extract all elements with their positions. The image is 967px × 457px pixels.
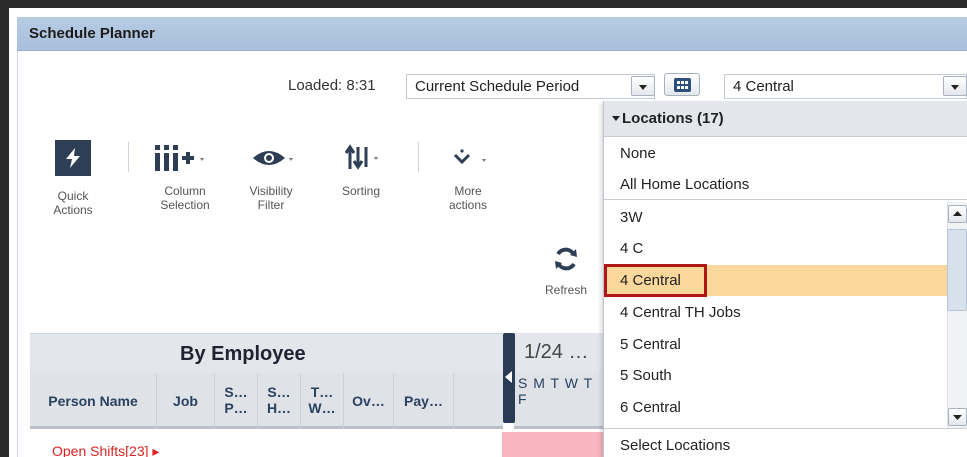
toolbar-divider <box>418 142 419 172</box>
date-header: 1/24 … <box>514 333 604 373</box>
sorting-button[interactable] <box>344 143 388 171</box>
title-bar: Schedule Planner <box>17 17 967 51</box>
days-header: S M T W T F <box>514 373 604 429</box>
location-option[interactable]: 5 Central <box>604 329 967 360</box>
chevron-down-icon <box>953 415 962 420</box>
quick-actions-button[interactable] <box>55 140 91 176</box>
location-option-none[interactable]: None <box>604 138 967 169</box>
column-header-pay[interactable]: Pay… <box>394 373 454 429</box>
column-header-s-p[interactable]: S… P… <box>215 373 258 429</box>
refresh-label: Refresh <box>544 283 588 297</box>
date-range-label: 1/24 … <box>524 341 589 363</box>
dropdown-divider <box>604 199 967 200</box>
calendar-button[interactable] <box>664 73 700 96</box>
more-actions-button[interactable] <box>452 147 496 171</box>
grid-column-header-row: Person Name Job S… P… S… H… T… W… Ov… Pa… <box>30 373 503 429</box>
chevron-down-icon <box>453 149 486 165</box>
more-actions-label: More actions <box>448 184 488 212</box>
select-locations-option[interactable]: Select Locations <box>604 430 967 457</box>
refresh-button[interactable]: Refresh <box>536 246 596 297</box>
lightning-icon <box>66 148 80 168</box>
open-shift-cell[interactable] <box>502 432 604 457</box>
location-select[interactable]: 4 Central <box>724 74 967 99</box>
column-selection-label: Column Selection <box>160 184 210 212</box>
weekday-labels: S M T W T F <box>518 375 593 407</box>
panel-border <box>17 17 18 457</box>
scroll-down-button[interactable] <box>948 408 967 426</box>
schedule-period-select[interactable]: Current Schedule Period <box>406 74 655 99</box>
app-window: Schedule Planner Loaded: 8:31 Current Sc… <box>0 0 967 457</box>
column-header-t-w[interactable]: T… W… <box>301 373 344 429</box>
location-dropdown-button[interactable] <box>943 76 967 96</box>
location-option[interactable]: 3W <box>604 202 967 233</box>
scroll-up-button[interactable] <box>948 205 967 223</box>
locations-header-label: Locations (17) <box>622 110 724 127</box>
chevron-up-icon <box>953 211 962 216</box>
location-option[interactable]: 4 Central TH Jobs <box>604 297 967 328</box>
column-selection-icon <box>155 145 204 171</box>
column-header-job[interactable]: Job <box>157 373 215 429</box>
chevron-down-icon <box>951 85 959 90</box>
schedule-period-value: Current Schedule Period <box>415 78 580 95</box>
loaded-time-label: Loaded: 8:31 <box>288 77 376 94</box>
dropdown-divider <box>604 428 967 429</box>
window-frame-top <box>0 0 967 8</box>
sorting-label: Sorting <box>341 184 381 198</box>
scrollbar-thumb[interactable] <box>947 229 967 311</box>
quick-actions-label: Quick Actions <box>53 189 93 217</box>
visibility-filter-button[interactable] <box>251 145 297 171</box>
location-select-value: 4 Central <box>733 78 794 95</box>
toolbar-divider <box>128 142 129 172</box>
column-selection-button[interactable] <box>153 143 223 173</box>
eye-icon <box>253 151 293 165</box>
visibility-filter-label: Visibility Filter <box>249 184 293 212</box>
caret-down-icon <box>612 116 620 121</box>
calendar-grid-icon <box>674 78 691 92</box>
location-option[interactable]: 6 Central <box>604 392 967 423</box>
period-dropdown-button[interactable] <box>631 76 655 96</box>
collapse-left-icon <box>505 371 512 383</box>
panel-splitter[interactable] <box>503 333 515 423</box>
location-option-all-home[interactable]: All Home Locations <box>604 169 967 200</box>
column-header-ov[interactable]: Ov… <box>344 373 394 429</box>
location-option[interactable]: 4 C <box>604 233 967 264</box>
column-header-person-name[interactable]: Person Name <box>30 373 157 429</box>
grid-group-title: By Employee <box>180 343 306 365</box>
page-title: Schedule Planner <box>29 25 155 42</box>
open-shifts-link[interactable]: Open Shifts[23] ▸ <box>52 443 159 457</box>
selection-highlight-box <box>604 264 707 297</box>
refresh-icon <box>555 247 577 271</box>
chevron-down-icon <box>639 85 647 90</box>
grid-group-header: By Employee <box>30 333 503 373</box>
location-option[interactable]: 5 South <box>604 360 967 391</box>
locations-header[interactable]: Locations (17) <box>604 101 967 137</box>
column-header-s-h[interactable]: S… H… <box>258 373 301 429</box>
sort-arrows-icon <box>344 144 378 170</box>
window-frame-left <box>0 0 9 457</box>
